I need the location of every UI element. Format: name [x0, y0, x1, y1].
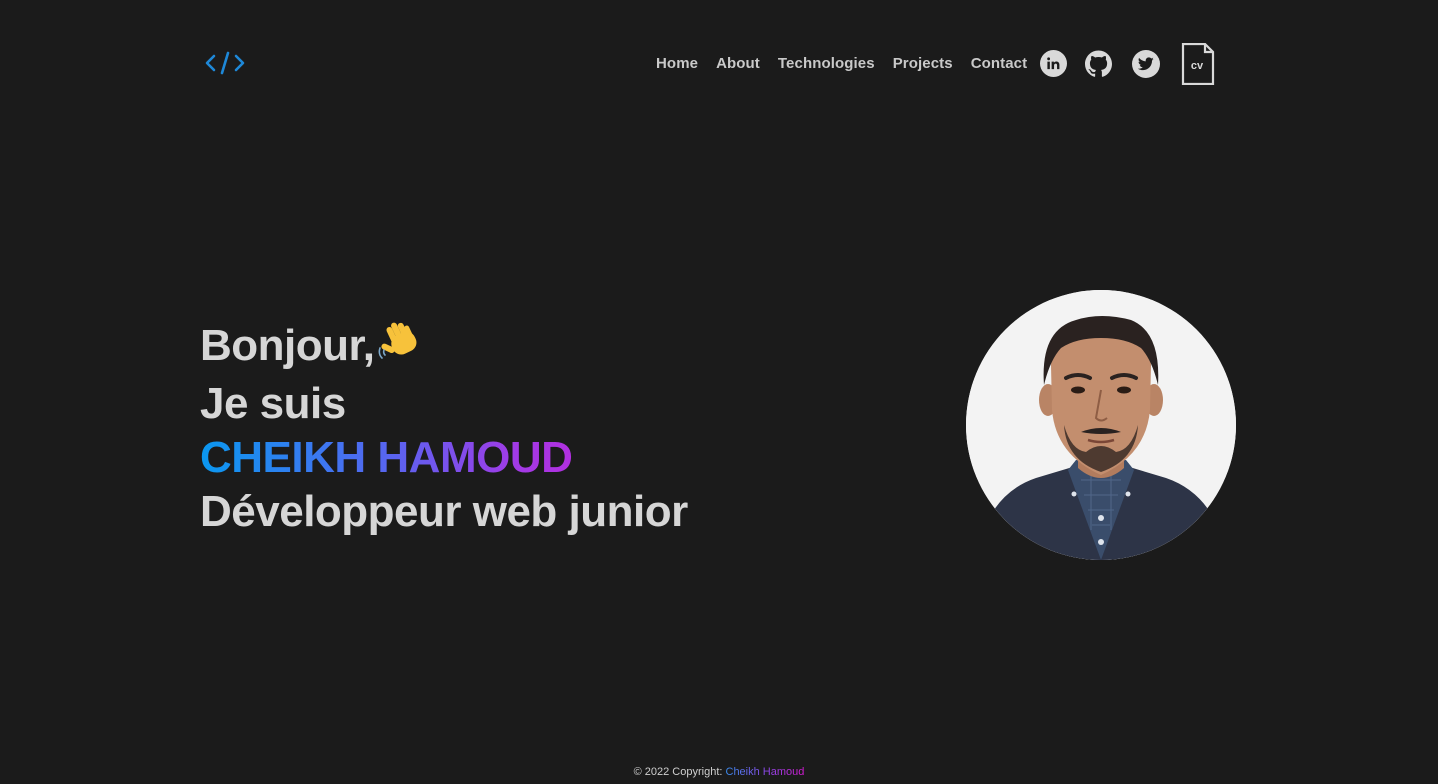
nav-home[interactable]: Home [656, 54, 698, 74]
hero-intro-line: Je suis [200, 379, 346, 428]
cv-download-icon[interactable]: cv [1181, 42, 1215, 90]
social-links: cv [1040, 42, 1215, 86]
footer: © 2022 Copyright: Cheikh Hamoud [0, 766, 1438, 778]
profile-photo [966, 290, 1236, 560]
copyright-text: © 2022 Copyright: [633, 766, 723, 778]
portfolio-page: Home About Technologies Projects Contact [0, 0, 1438, 784]
waving-hand-icon [376, 318, 422, 377]
greeting-text: Bonjour, [200, 321, 375, 370]
nav-contact[interactable]: Contact [971, 54, 1028, 74]
hero-greeting-line: Bonjour, [200, 318, 688, 377]
hero-intro: Bonjour, Je suis CHEIKH HAMOUD Développe… [200, 318, 688, 539]
nav-about[interactable]: About [716, 54, 760, 74]
nav-projects[interactable]: Projects [893, 54, 953, 74]
main-nav: Home About Technologies Projects Contact [656, 54, 1027, 74]
cv-label: cv [1191, 60, 1204, 72]
linkedin-icon[interactable] [1040, 50, 1067, 77]
hero-name: CHEIKH HAMOUD [200, 431, 688, 485]
github-icon[interactable] [1085, 50, 1112, 77]
twitter-icon[interactable] [1132, 50, 1160, 78]
code-logo-icon[interactable] [203, 48, 247, 78]
footer-author-link[interactable]: Cheikh Hamoud [726, 766, 805, 778]
hero-role: Développeur web junior [200, 487, 688, 536]
nav-technologies[interactable]: Technologies [778, 54, 875, 74]
